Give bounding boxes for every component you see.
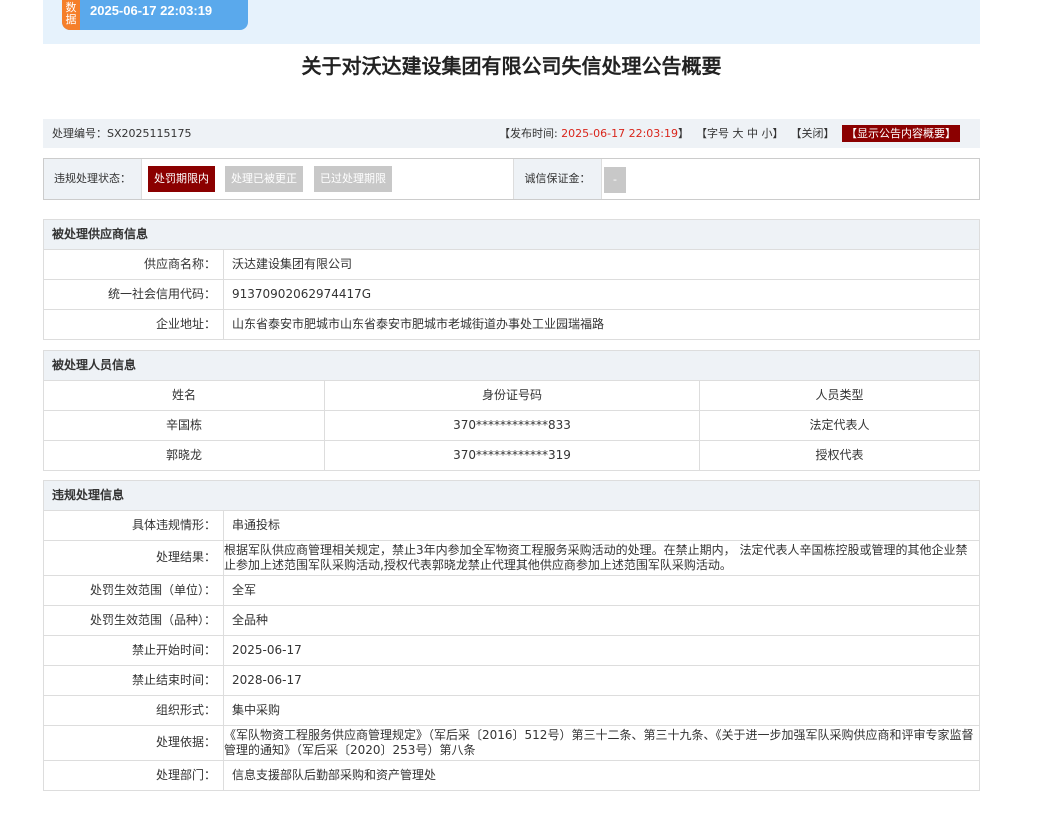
supplier-key: 供应商名称： [44,250,224,279]
supplier-key: 企业地址： [44,310,224,339]
status-in-period[interactable]: 处罚期限内 [148,166,215,192]
persons-section: 被处理人员信息 姓名 身份证号码 人员类型 辛国栋 370***********… [43,350,980,471]
process-number-value: SX2025115175 [107,127,192,140]
violation-row: 具体违规情形： 串通投标 [44,511,979,541]
violation-value: 串通投标 [232,518,281,532]
person-name: 辛国栋 [44,411,325,440]
supplier-row: 企业地址： 山东省泰安市肥城市山东省泰安市肥城市老城街道办事处工业园瑞福路 [44,310,979,340]
publish-time: 2025-06-17 22:03:19 [561,127,678,140]
header-type: 人员类型 [815,388,864,402]
supplier-row: 统一社会信用代码： 91370902062974417G [44,280,979,310]
persons-header-row: 姓名 身份证号码 人员类型 [44,381,979,411]
page-title: 关于对沃达建设集团有限公司失信处理公告概要 [301,54,722,78]
person-id: 370************833 [325,411,700,440]
font-size-end: 】 [772,127,784,140]
violation-key: 禁止开始时间： [44,636,224,665]
violation-key: 具体违规情形： [44,511,224,540]
person-type: 法定代表人 [809,418,870,432]
supplier-value: 山东省泰安市肥城市山东省泰安市肥城市老城街道办事处工业园瑞福路 [232,317,605,331]
person-type: 授权代表 [815,448,864,462]
top-banner: 数据 2025-06-17 22:03:19 [43,0,980,44]
show-summary-button[interactable]: 【显示公告内容概要】 [842,125,960,142]
status-corrected[interactable]: 处理已被更正 [225,166,303,192]
header-name: 姓名 [44,381,325,410]
violation-key: 处理依据： [44,726,224,760]
publish-label: 【发布时间: [498,127,562,140]
violation-value: 根据军队供应商管理相关规定，禁止3年内参加全军物资工程服务采购活动的处理。在禁止… [224,543,968,572]
violation-key: 组织形式： [44,696,224,725]
info-bar: 处理编号：SX2025115175 【发布时间: 2025-06-17 22:0… [43,119,980,148]
publish-end: 】 [678,127,689,140]
person-id: 370************319 [325,441,700,470]
supplier-value: 沃达建设集团有限公司 [232,257,353,271]
violation-value: 2028-06-17 [232,673,302,687]
status-box: 违规处理状态： 处罚期限内 处理已被更正 已过处理期限 诚信保证金： - [43,158,980,200]
deposit-value: - [604,167,626,193]
persons-heading: 被处理人员信息 [44,351,979,381]
violation-key: 处理部门： [44,761,224,790]
header-id: 身份证号码 [325,381,700,410]
table-row: 郭晓龙 370************319 授权代表 [44,441,979,471]
supplier-row: 供应商名称： 沃达建设集团有限公司 [44,250,979,280]
violation-heading: 违规处理信息 [44,481,979,511]
violation-value: 全军 [232,583,257,597]
violation-row: 组织形式： 集中采购 [44,696,979,726]
supplier-key: 统一社会信用代码： [44,280,224,309]
violation-row: 禁止开始时间： 2025-06-17 [44,636,979,666]
violation-value: 《军队物资工程服务供应商管理规定》（军后采〔2016〕512号）第三十二条、第三… [224,728,974,757]
font-big-link[interactable]: 大 [733,127,744,140]
violation-row: 禁止结束时间： 2028-06-17 [44,666,979,696]
close-link[interactable]: 【关闭】 [791,127,835,140]
font-small-link[interactable]: 小 [762,127,773,140]
violation-value: 全品种 [232,613,269,627]
process-number: 处理编号：SX2025115175 [52,119,192,148]
status-expired[interactable]: 已过处理期限 [314,166,392,192]
violation-value: 集中采购 [232,703,281,717]
violation-row: 处理部门： 信息支援部队后勤部采购和资产管理处 [44,761,979,791]
supplier-heading: 被处理供应商信息 [44,220,979,250]
violation-row: 处罚生效范围（品种）： 全品种 [44,606,979,636]
supplier-value: 91370902062974417G [232,287,372,301]
violation-key: 禁止结束时间： [44,666,224,695]
data-tag: 数据 [62,0,80,30]
violation-row: 处理依据： 《军队物资工程服务供应商管理规定》（军后采〔2016〕512号）第三… [44,726,979,761]
violation-key: 处理结果： [44,541,224,575]
violation-key: 处罚生效范围（品种）： [44,606,224,635]
time-badge: 数据 2025-06-17 22:03:19 [62,0,248,30]
table-row: 辛国栋 370************833 法定代表人 [44,411,979,441]
violation-value: 信息支援部队后勤部采购和资产管理处 [232,768,437,782]
person-name: 郭晓龙 [44,441,325,470]
violation-key: 处罚生效范围（单位）： [44,576,224,605]
font-size-label: 【字号 [696,127,729,140]
violation-section: 违规处理信息 具体违规情形： 串通投标 处理结果： 根据军队供应商管理相关规定，… [43,480,980,791]
process-number-label: 处理编号： [52,127,107,140]
info-actions: 【发布时间: 2025-06-17 22:03:19】 【字号 大 中 小】 【… [499,119,960,148]
font-mid-link[interactable]: 中 [747,127,758,140]
supplier-section: 被处理供应商信息 供应商名称： 沃达建设集团有限公司 统一社会信用代码： 913… [43,219,980,340]
badge-time: 2025-06-17 22:03:19 [90,3,213,18]
violation-row: 处罚生效范围（单位）： 全军 [44,576,979,606]
deposit-label: 诚信保证金： [513,159,602,199]
violation-value: 2025-06-17 [232,643,302,657]
violation-row: 处理结果： 根据军队供应商管理相关规定，禁止3年内参加全军物资工程服务采购活动的… [44,541,979,576]
status-label: 违规处理状态： [44,159,142,199]
